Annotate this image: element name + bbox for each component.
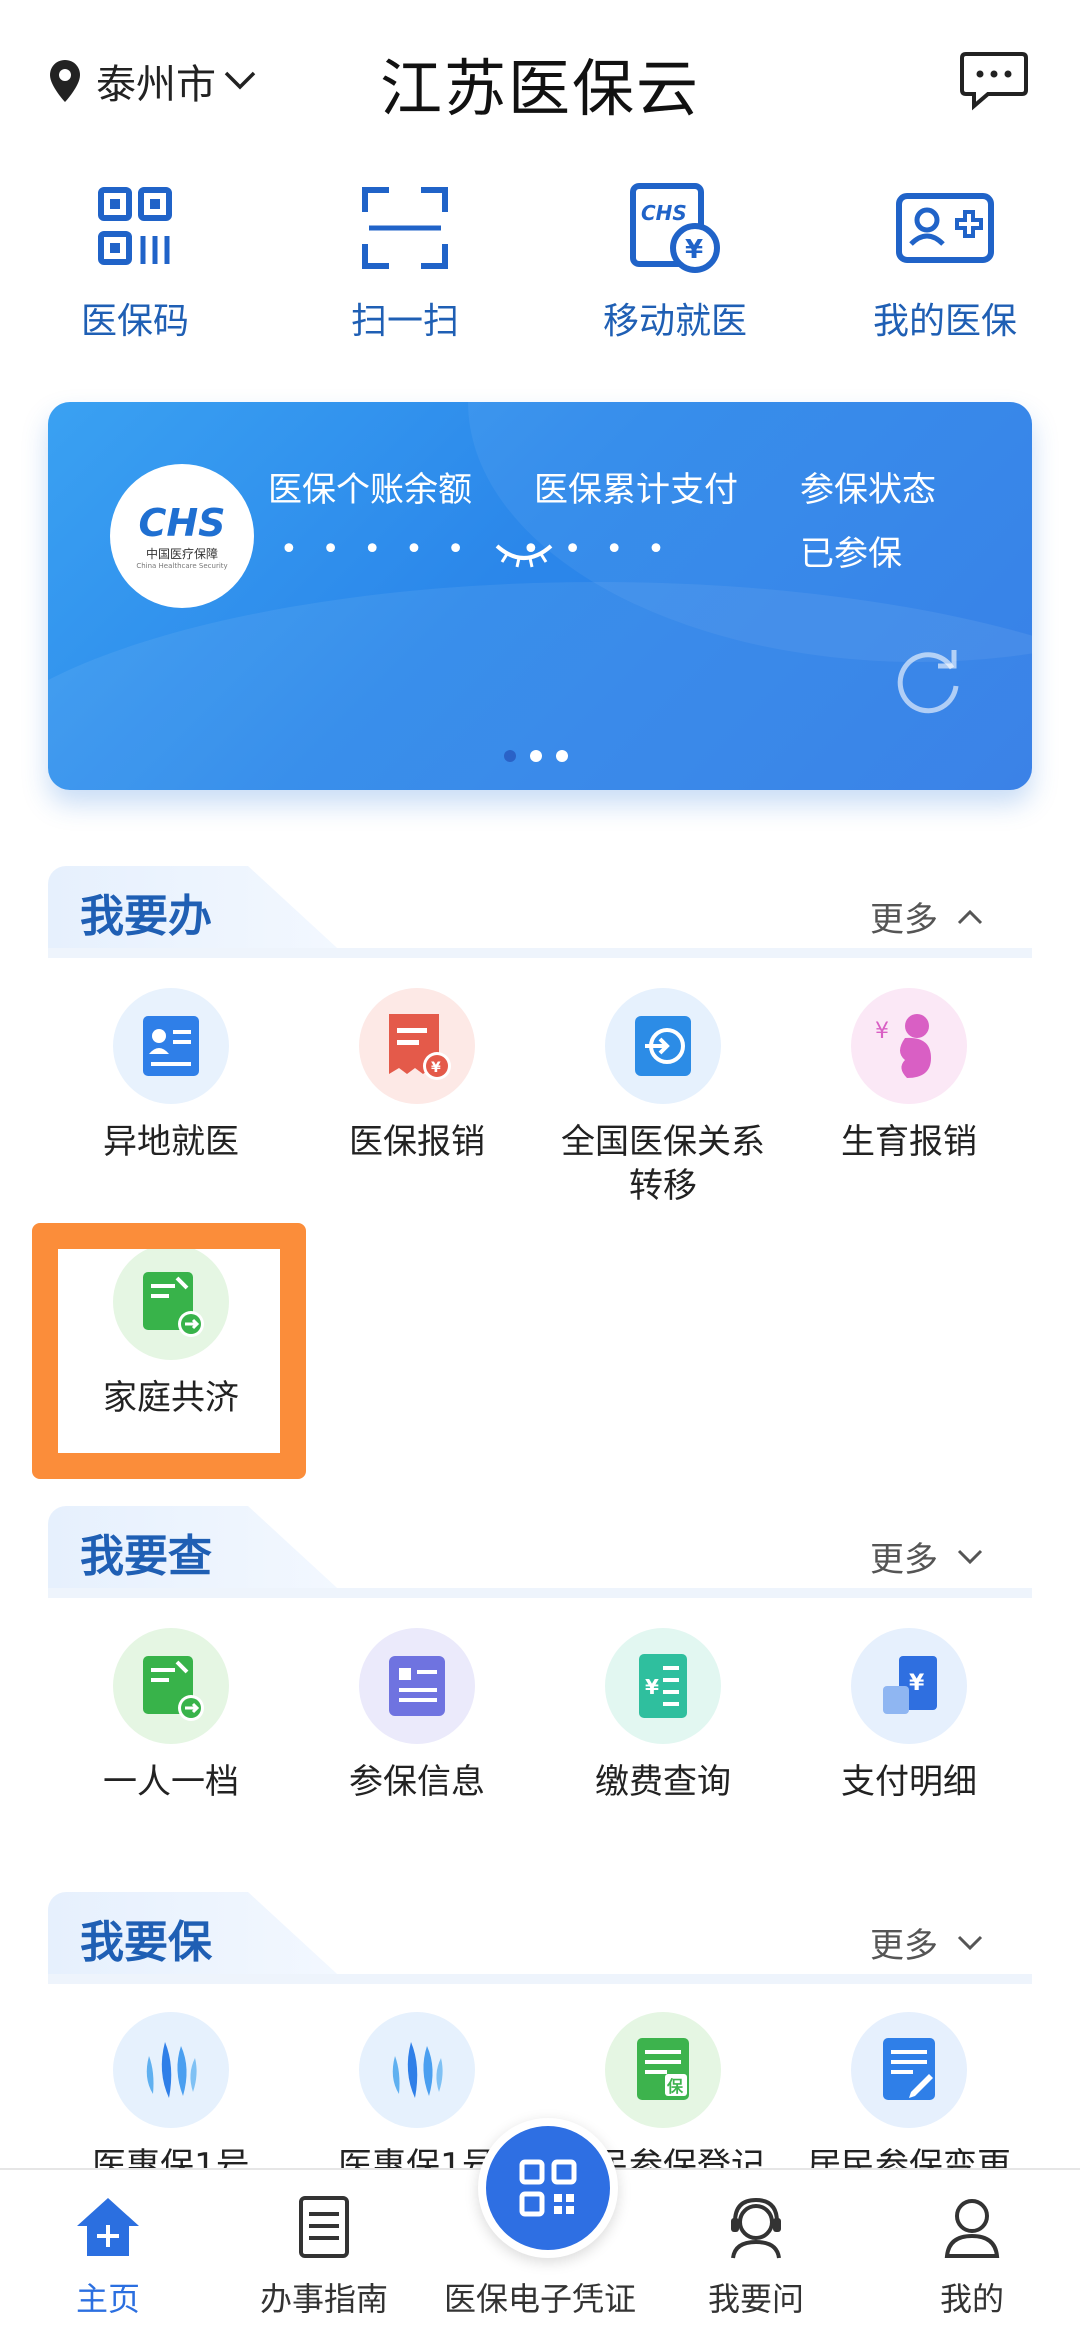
svg-text:CHS: CHS xyxy=(641,201,687,225)
nav-mine[interactable]: 我的 xyxy=(882,2192,1062,2320)
section-title: 我要办 xyxy=(80,891,212,942)
qr-code-icon xyxy=(519,2159,577,2217)
message-icon[interactable] xyxy=(958,48,1030,112)
nav-guide[interactable]: 办事指南 xyxy=(234,2192,414,2320)
more-button[interactable]: 更多 xyxy=(870,1532,984,1581)
scan-icon xyxy=(362,187,448,269)
svg-text:¥: ¥ xyxy=(909,1671,925,1696)
svg-text:¥: ¥ xyxy=(685,235,703,265)
masked-amount: ••••• •••• xyxy=(280,532,689,567)
quick-action-label: 我的医保 xyxy=(872,301,1017,342)
payment-detail-icon: ¥ xyxy=(851,1628,967,1744)
highlight-frame xyxy=(32,1223,306,1479)
chevron-up-icon xyxy=(957,909,983,924)
chevron-down-icon xyxy=(957,1549,983,1564)
leaf-logo-icon xyxy=(359,2012,475,2128)
home-icon xyxy=(77,2198,139,2256)
service-relation-transfer[interactable]: 全国医保关系转移 xyxy=(548,988,778,1208)
maternity-icon: ¥ xyxy=(851,988,967,1104)
service-label: 缴费查询 xyxy=(595,1762,731,1802)
service-label: 医保报销 xyxy=(349,1122,485,1162)
quick-action-mobile-treatment[interactable]: CHS ¥ 移动就医 xyxy=(565,178,785,358)
service-reimbursement[interactable]: ¥ 医保报销 xyxy=(302,988,532,1164)
quick-action-label: 扫一扫 xyxy=(350,301,459,342)
svg-text:保: 保 xyxy=(666,2077,684,2096)
service-yihuibao-1[interactable]: 医惠保1号 xyxy=(56,2012,286,2188)
service-payment-details[interactable]: ¥ 支付明细 xyxy=(794,1628,1024,1804)
chs-payment-icon: CHS ¥ xyxy=(630,183,720,273)
insurance-doc-icon: 保 xyxy=(605,2012,721,2128)
service-resident-change[interactable]: 居民参保变更 xyxy=(794,2012,1024,2188)
more-button[interactable]: 更多 xyxy=(870,1918,984,1967)
transfer-in-icon xyxy=(605,988,721,1104)
service-personal-file[interactable]: 一人一档 xyxy=(56,1628,286,1804)
e-certificate-button[interactable] xyxy=(478,2118,618,2258)
service-label: 异地就医 xyxy=(103,1122,239,1162)
e-certificate-label: 医保电子凭证 xyxy=(443,2280,636,2318)
banner-pager xyxy=(504,750,568,762)
receipt-yuan-icon: ¥ xyxy=(359,988,475,1104)
quick-action-label: 移动就医 xyxy=(602,301,747,342)
app-title: 江苏医保云 xyxy=(379,52,700,125)
customer-service-icon xyxy=(731,2197,781,2259)
chs-logo: CHS 中国医疗保障 China Healthcare Security xyxy=(110,464,254,608)
id-card-icon xyxy=(113,988,229,1104)
service-label: 生育报销 xyxy=(841,1122,977,1162)
service-label: 支付明细 xyxy=(841,1762,977,1802)
insurance-account-banner[interactable]: CHS 中国医疗保障 China Healthcare Security 医保个… xyxy=(48,402,1032,790)
chevron-down-icon xyxy=(957,1935,983,1950)
edit-document-icon xyxy=(851,2012,967,2128)
quick-action-scan[interactable]: 扫一扫 xyxy=(295,178,515,358)
quick-action-label: 医保码 xyxy=(80,301,189,342)
refresh-icon[interactable] xyxy=(890,642,970,722)
service-remote-treatment[interactable]: 异地就医 xyxy=(56,988,286,1164)
service-label: 参保信息 xyxy=(349,1762,485,1802)
insurance-card-icon xyxy=(896,193,994,263)
leaf-logo-icon xyxy=(113,2012,229,2128)
quick-action-my-insurance[interactable]: 我的医保 xyxy=(835,178,1055,358)
service-maternity-reimbursement[interactable]: ¥ 生育报销 xyxy=(794,988,1024,1164)
pager-dot-active xyxy=(530,750,542,762)
nav-ask[interactable]: 我要问 xyxy=(666,2192,846,2320)
service-insurance-info[interactable]: 参保信息 xyxy=(302,1628,532,1804)
nav-home[interactable]: 主页 xyxy=(18,2192,198,2320)
service-payment-query[interactable]: ¥ 缴费查询 xyxy=(548,1628,778,1804)
balance-label: 医保个账余额 xyxy=(268,470,472,510)
pager-dot xyxy=(556,750,568,762)
user-icon xyxy=(944,2199,1000,2258)
payment-list-icon: ¥ xyxy=(605,1628,721,1744)
insurance-status-label: 参保状态 xyxy=(800,470,936,510)
section-insure-header: 我要保 更多 xyxy=(48,1892,1032,1984)
section-title: 我要保 xyxy=(80,1917,212,1968)
cumulative-payment-label: 医保累计支付 xyxy=(534,470,738,510)
eye-closed-icon[interactable] xyxy=(493,540,555,570)
section-query-header: 我要查 更多 xyxy=(48,1506,1032,1598)
svg-text:¥: ¥ xyxy=(875,1019,889,1044)
service-label: 全国医保关系转移 xyxy=(561,1122,765,1206)
service-label: 一人一档 xyxy=(103,1762,239,1802)
section-handle-header: 我要办 更多 xyxy=(48,866,1032,958)
svg-text:¥: ¥ xyxy=(431,1060,441,1076)
section-title: 我要查 xyxy=(80,1531,212,1582)
pager-dot xyxy=(504,750,516,762)
quick-action-medical-code[interactable]: 医保码 xyxy=(25,178,245,358)
insurance-status-value: 已参保 xyxy=(800,534,902,574)
qr-code-icon xyxy=(98,187,172,265)
info-card-icon xyxy=(359,1628,475,1744)
more-button[interactable]: 更多 xyxy=(870,892,984,941)
svg-text:¥: ¥ xyxy=(645,1675,659,1699)
document-forward-icon xyxy=(113,1628,229,1744)
guide-document-icon xyxy=(299,2196,349,2258)
